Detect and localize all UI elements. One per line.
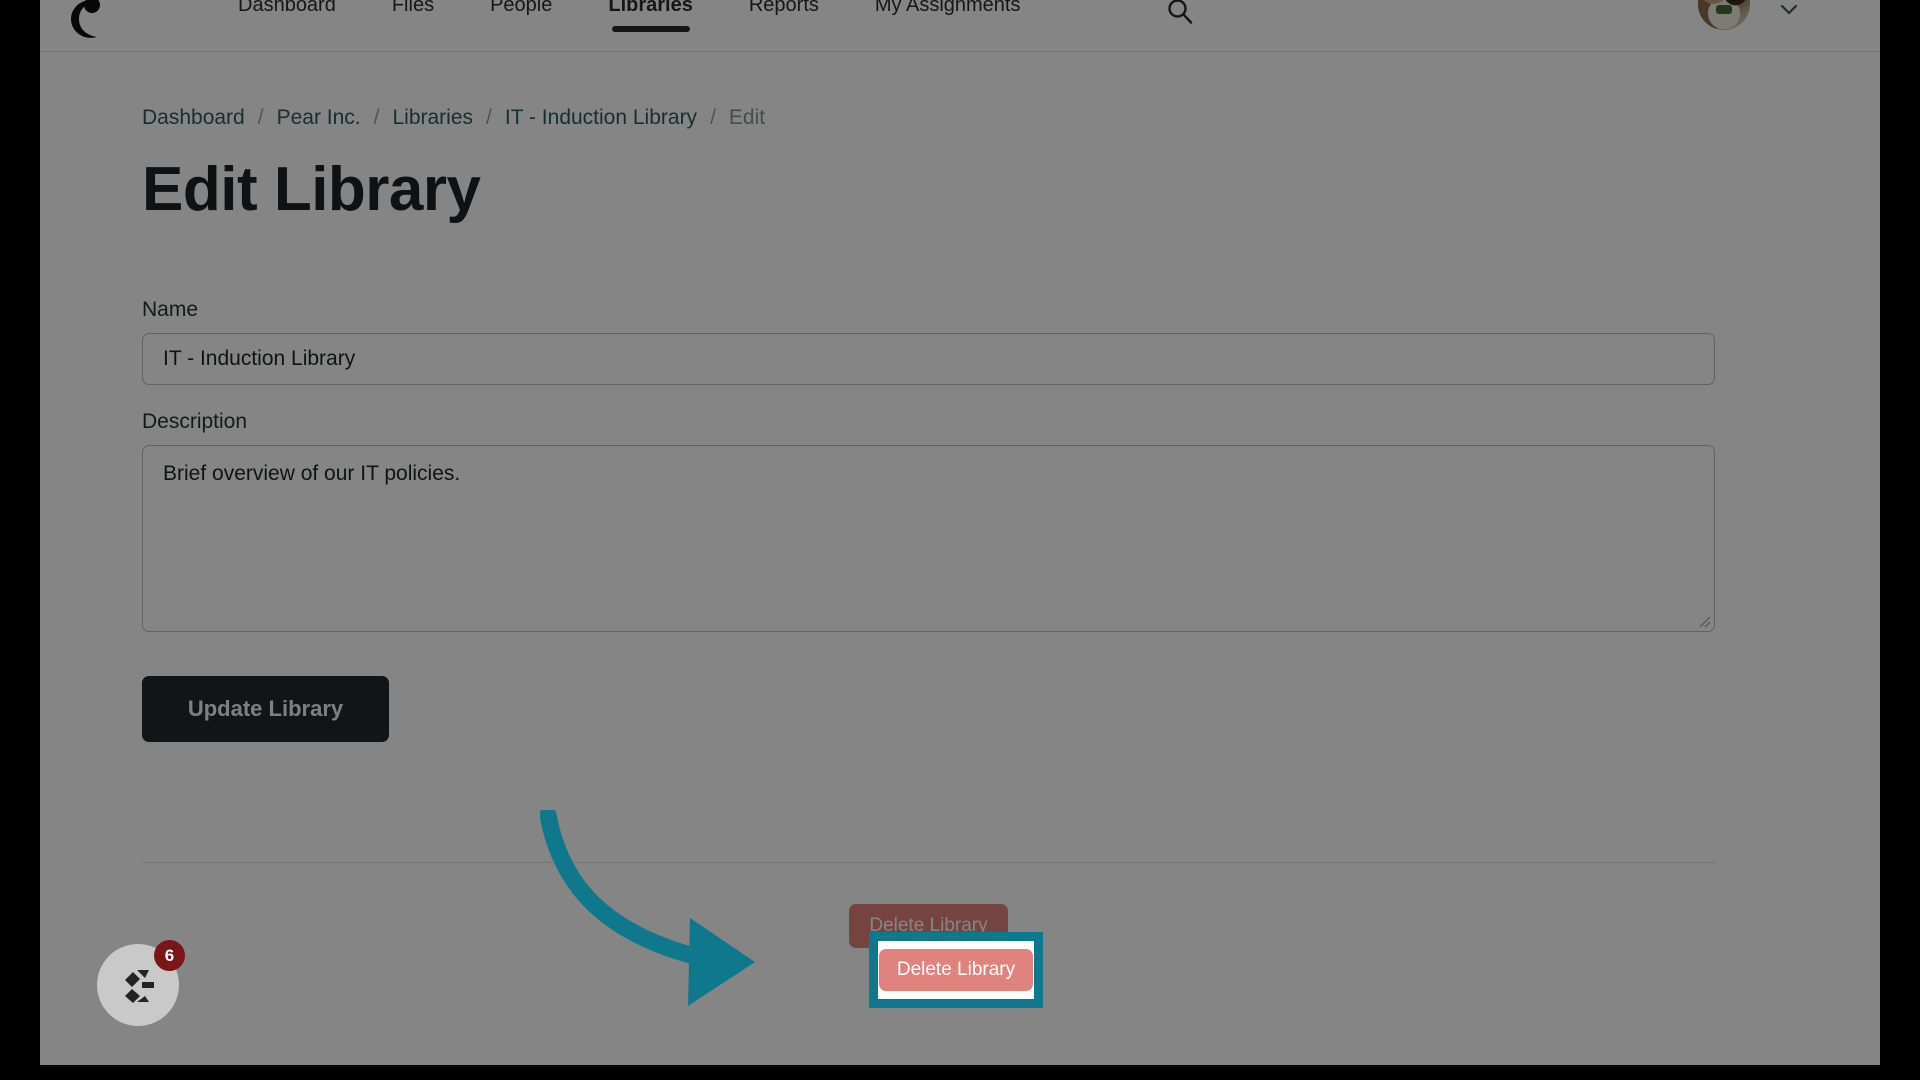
page-body: Dashboard / Pear Inc. / Libraries / IT -…: [40, 52, 1880, 1065]
top-navigation-bar: Dashboard Files People Libraries Reports…: [40, 0, 1880, 52]
nav-item-label: People: [490, 0, 553, 16]
nav-item-files[interactable]: Files: [364, 0, 462, 52]
letterbox-right: [1880, 0, 1920, 1080]
delete-library-button-highlighted[interactable]: Delete Library: [878, 949, 1034, 991]
description-field-group: Description Brief overview of our IT pol…: [142, 410, 1738, 632]
page-title: Edit Library: [142, 155, 481, 224]
breadcrumb: Dashboard / Pear Inc. / Libraries / IT -…: [142, 106, 1738, 130]
breadcrumb-separator: /: [257, 106, 264, 129]
content-container: Dashboard / Pear Inc. / Libraries / IT -…: [142, 52, 1738, 948]
active-tab-underline: [611, 26, 690, 32]
nav-item-my-assignments[interactable]: My Assignments: [847, 0, 1049, 52]
breadcrumb-item-dashboard[interactable]: Dashboard: [142, 106, 245, 130]
breadcrumb-item-pear-inc[interactable]: Pear Inc.: [277, 106, 361, 130]
letterbox-bottom: [0, 1065, 1920, 1080]
app-viewport: Dashboard Files People Libraries Reports…: [40, 0, 1880, 1065]
nav-item-libraries[interactable]: Libraries: [580, 0, 720, 52]
nav-item-label: Libraries: [608, 0, 693, 16]
search-icon[interactable]: [1165, 0, 1195, 26]
nav-item-label: Files: [391, 0, 435, 16]
chat-unread-badge: 6: [154, 940, 185, 971]
chat-widget[interactable]: 6: [97, 940, 185, 1026]
avatar[interactable]: [1698, 0, 1750, 30]
description-field-label: Description: [142, 409, 248, 433]
breadcrumb-separator: /: [373, 106, 380, 129]
name-field-group: Name IT - Induction Library: [142, 298, 1738, 385]
nav-item-people[interactable]: People: [462, 0, 580, 52]
crescent-c-logo-icon[interactable]: [62, 0, 108, 50]
resize-grip-icon: [1699, 616, 1711, 628]
nav-item-label: My Assignments: [874, 0, 1021, 16]
screenshot-root: Dashboard Files People Libraries Reports…: [0, 0, 1920, 1080]
avatar-detail: [1715, 5, 1732, 15]
highlight-spotlight-delete-library: Delete Library: [869, 932, 1043, 1008]
breadcrumb-separator: /: [710, 106, 716, 129]
edit-library-form: Name IT - Induction Library Description …: [142, 298, 1738, 948]
description-textarea[interactable]: Brief overview of our IT policies.: [142, 444, 1715, 632]
nav-item-label: Reports: [748, 0, 819, 16]
name-field-label: Name: [142, 297, 199, 321]
name-input[interactable]: IT - Induction Library: [142, 332, 1715, 385]
nav-item-label: Dashboard: [238, 0, 336, 16]
nav-item-dashboard[interactable]: Dashboard: [210, 0, 364, 52]
letterbox-left: [0, 0, 40, 1080]
breadcrumb-item-it-induction-library[interactable]: IT - Induction Library: [505, 106, 697, 130]
section-divider: [142, 861, 1715, 863]
nav-item-reports[interactable]: Reports: [721, 0, 847, 52]
chevron-down-icon[interactable]: [1776, 0, 1802, 22]
primary-nav-items: Dashboard Files People Libraries Reports…: [210, 0, 1048, 52]
description-textarea-value: Brief overview of our IT policies.: [163, 461, 461, 485]
breadcrumb-item-edit: Edit: [728, 106, 766, 129]
update-library-button[interactable]: Update Library: [142, 675, 389, 742]
breadcrumb-item-libraries[interactable]: Libraries: [392, 106, 473, 130]
breadcrumb-separator: /: [486, 106, 492, 129]
